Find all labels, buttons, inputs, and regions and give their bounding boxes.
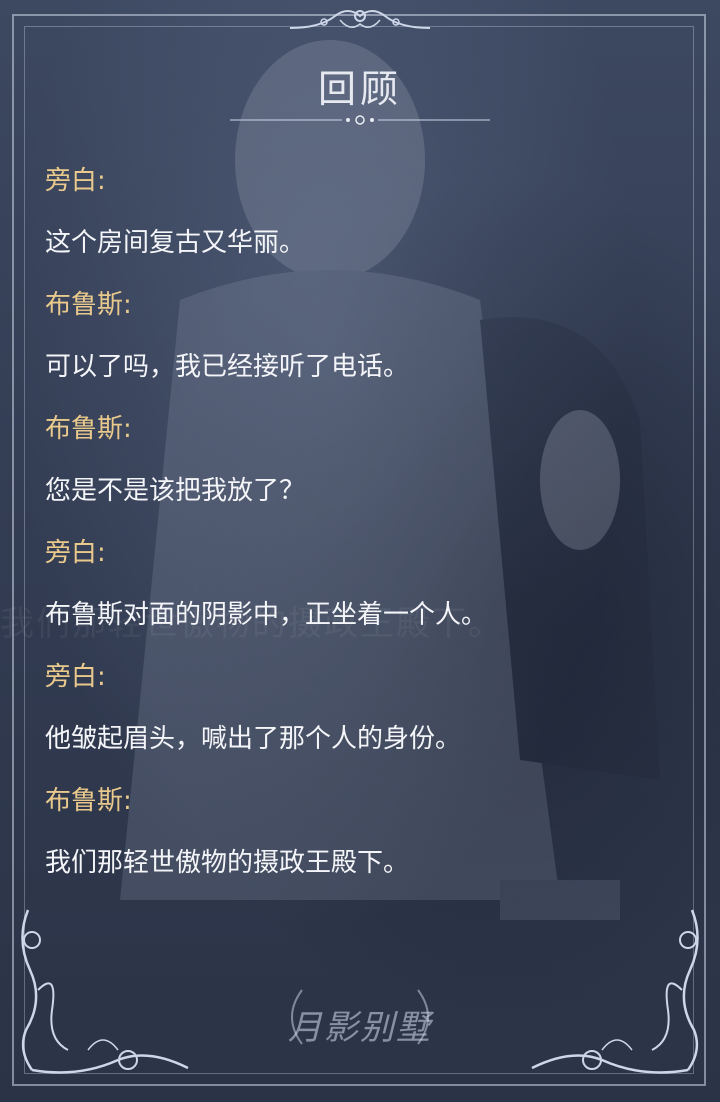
list-item: 布鲁斯: 可以了吗，我已经接听了电话。 [45,274,665,398]
list-item: 布鲁斯: 我们那轻世傲物的摄政王殿下。 [45,770,665,894]
speaker-name: 布鲁斯: [45,290,132,320]
top-ornament [289,10,431,29]
list-item: 旁白: 布鲁斯对面的阴影中，正坐着一个人。 [45,522,665,646]
page-title: 回顾 [317,67,402,111]
dialogue-line: 他皱起眉头，喊出了那个人的身份。 [45,724,462,754]
speaker-name: 旁白: [45,538,106,568]
dialogue-line: 布鲁斯对面的阴影中，正坐着一个人。 [45,600,488,630]
dialogue-line: 您是不是该把我放了？ [45,476,306,506]
game-logo-text: 月影别墅 [288,1008,432,1048]
corner-ornament-right [531,909,699,1074]
speaker-name: 旁白: [45,662,106,692]
speaker-name: 布鲁斯: [45,786,132,816]
backlog-screen: 我们那轻世傲物的摄政王殿下。 回顾 旁白: 这个房间复古又华丽。 布鲁斯: 可以… [0,0,720,1102]
dialogue-history-list[interactable]: 旁白: 这个房间复古又华丽。 布鲁斯: 可以了吗，我已经接听了电话。 布鲁斯: … [45,150,665,894]
list-item: 旁白: 这个房间复古又华丽。 [45,150,665,274]
title-divider [230,115,490,125]
dialogue-line: 可以了吗，我已经接听了电话。 [45,352,410,382]
list-item: 旁白: 他皱起眉头，喊出了那个人的身份。 [45,646,665,770]
dialogue-line: 我们那轻世傲物的摄政王殿下。 [45,848,410,878]
list-item: 布鲁斯: 您是不是该把我放了？ [45,398,665,522]
speaker-name: 布鲁斯: [45,414,132,444]
speaker-name: 旁白: [45,166,106,196]
corner-ornament-left [21,909,189,1074]
dialogue-line: 这个房间复古又华丽。 [45,228,306,258]
